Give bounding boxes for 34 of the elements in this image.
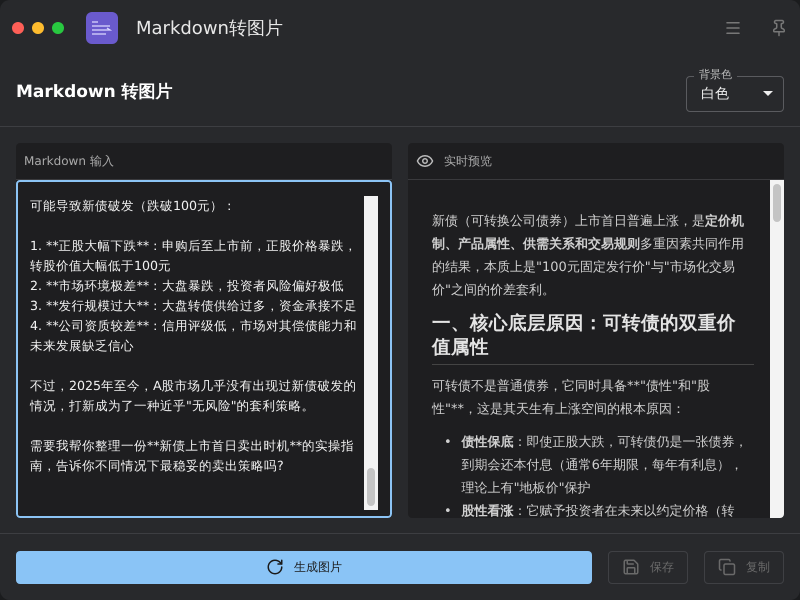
scrollbar[interactable] xyxy=(770,180,784,518)
input-text-line: 4. **公司资质较差**：信用评级低，市场对其偿债能力和未来发展缺乏信心 xyxy=(30,317,358,355)
eye-icon xyxy=(416,152,434,170)
bullet-marker: • xyxy=(444,503,452,518)
generate-image-button[interactable]: 生成图片 xyxy=(16,550,592,584)
select-value: 白色 xyxy=(701,85,729,103)
preview-list-item: 股性看涨：它赋予投资者在未来以约定价格（转 xyxy=(462,503,736,518)
window-title: Markdown转图片 xyxy=(136,17,284,40)
input-text-line: 可能导致新债破发（跌破100元）： xyxy=(30,197,238,215)
app-logo-icon xyxy=(86,12,118,44)
menu-icon[interactable] xyxy=(724,19,742,37)
input-text-line: 1. **正股大幅下跌**：申购后至上市前，正股价格暴跌，转股价值大幅低于100元 xyxy=(30,237,358,275)
preview-paragraph: 可转债不是普通债券，它同时具备**"债性"和"股性"**，这是其天生有上涨空间的根本原因： xyxy=(432,378,711,419)
preview-heading: 一、核心底层原因：可转债的双重价值属性 xyxy=(432,312,754,365)
input-text-line: 不过，2025年至今，A股市场几乎没有出现过新债破发的情况，打新成为了一种近乎"无风险"的套利策略。 xyxy=(30,377,358,415)
input-text-line: 3. **发行规模过大**：大盘转债供给过多，资金承接不足 xyxy=(30,297,358,315)
caret-icon xyxy=(763,91,773,97)
maximize-window-button[interactable] xyxy=(52,22,64,34)
input-text-line: 需要我帮你整理一份**新债上市首日卖出时机**的实操指南，告诉你不同情况下最稳妥的卖出策略吗? xyxy=(30,437,356,475)
select-label: 背景色 xyxy=(694,68,737,82)
panel-title: Markdown 输入 xyxy=(24,152,114,170)
minimize-window-button[interactable] xyxy=(32,22,44,34)
input-text-line: 2. **市场环境极差**：大盘暴跌，投资者风险偏好极低 xyxy=(30,277,346,295)
page-title: Markdown 转图片 xyxy=(16,80,173,102)
copy-icon xyxy=(718,558,736,576)
pin-icon[interactable] xyxy=(770,19,788,37)
preview-paragraph: 新债（可转换公司债券）上市首日普遍上涨，是定价机制、产品属性、供需关系和交易规则多重因素共同作用的结果，本质上是"100元固定发行价"与"市场化交易价"之间的价差套利。 xyxy=(432,212,745,300)
scrollbar[interactable] xyxy=(364,196,378,510)
bullet-marker: • xyxy=(444,434,452,452)
preview-list-item: 债性保底：即使正股大跌，可转债仍是一张债券，到期会还本付息（通常6年期限，每年有利息），理论上有"地板价"保护 xyxy=(462,434,749,498)
close-window-button[interactable] xyxy=(12,22,24,34)
refresh-icon xyxy=(266,558,284,576)
panel-title: 实时预览 xyxy=(444,152,492,170)
save-icon xyxy=(622,558,640,576)
